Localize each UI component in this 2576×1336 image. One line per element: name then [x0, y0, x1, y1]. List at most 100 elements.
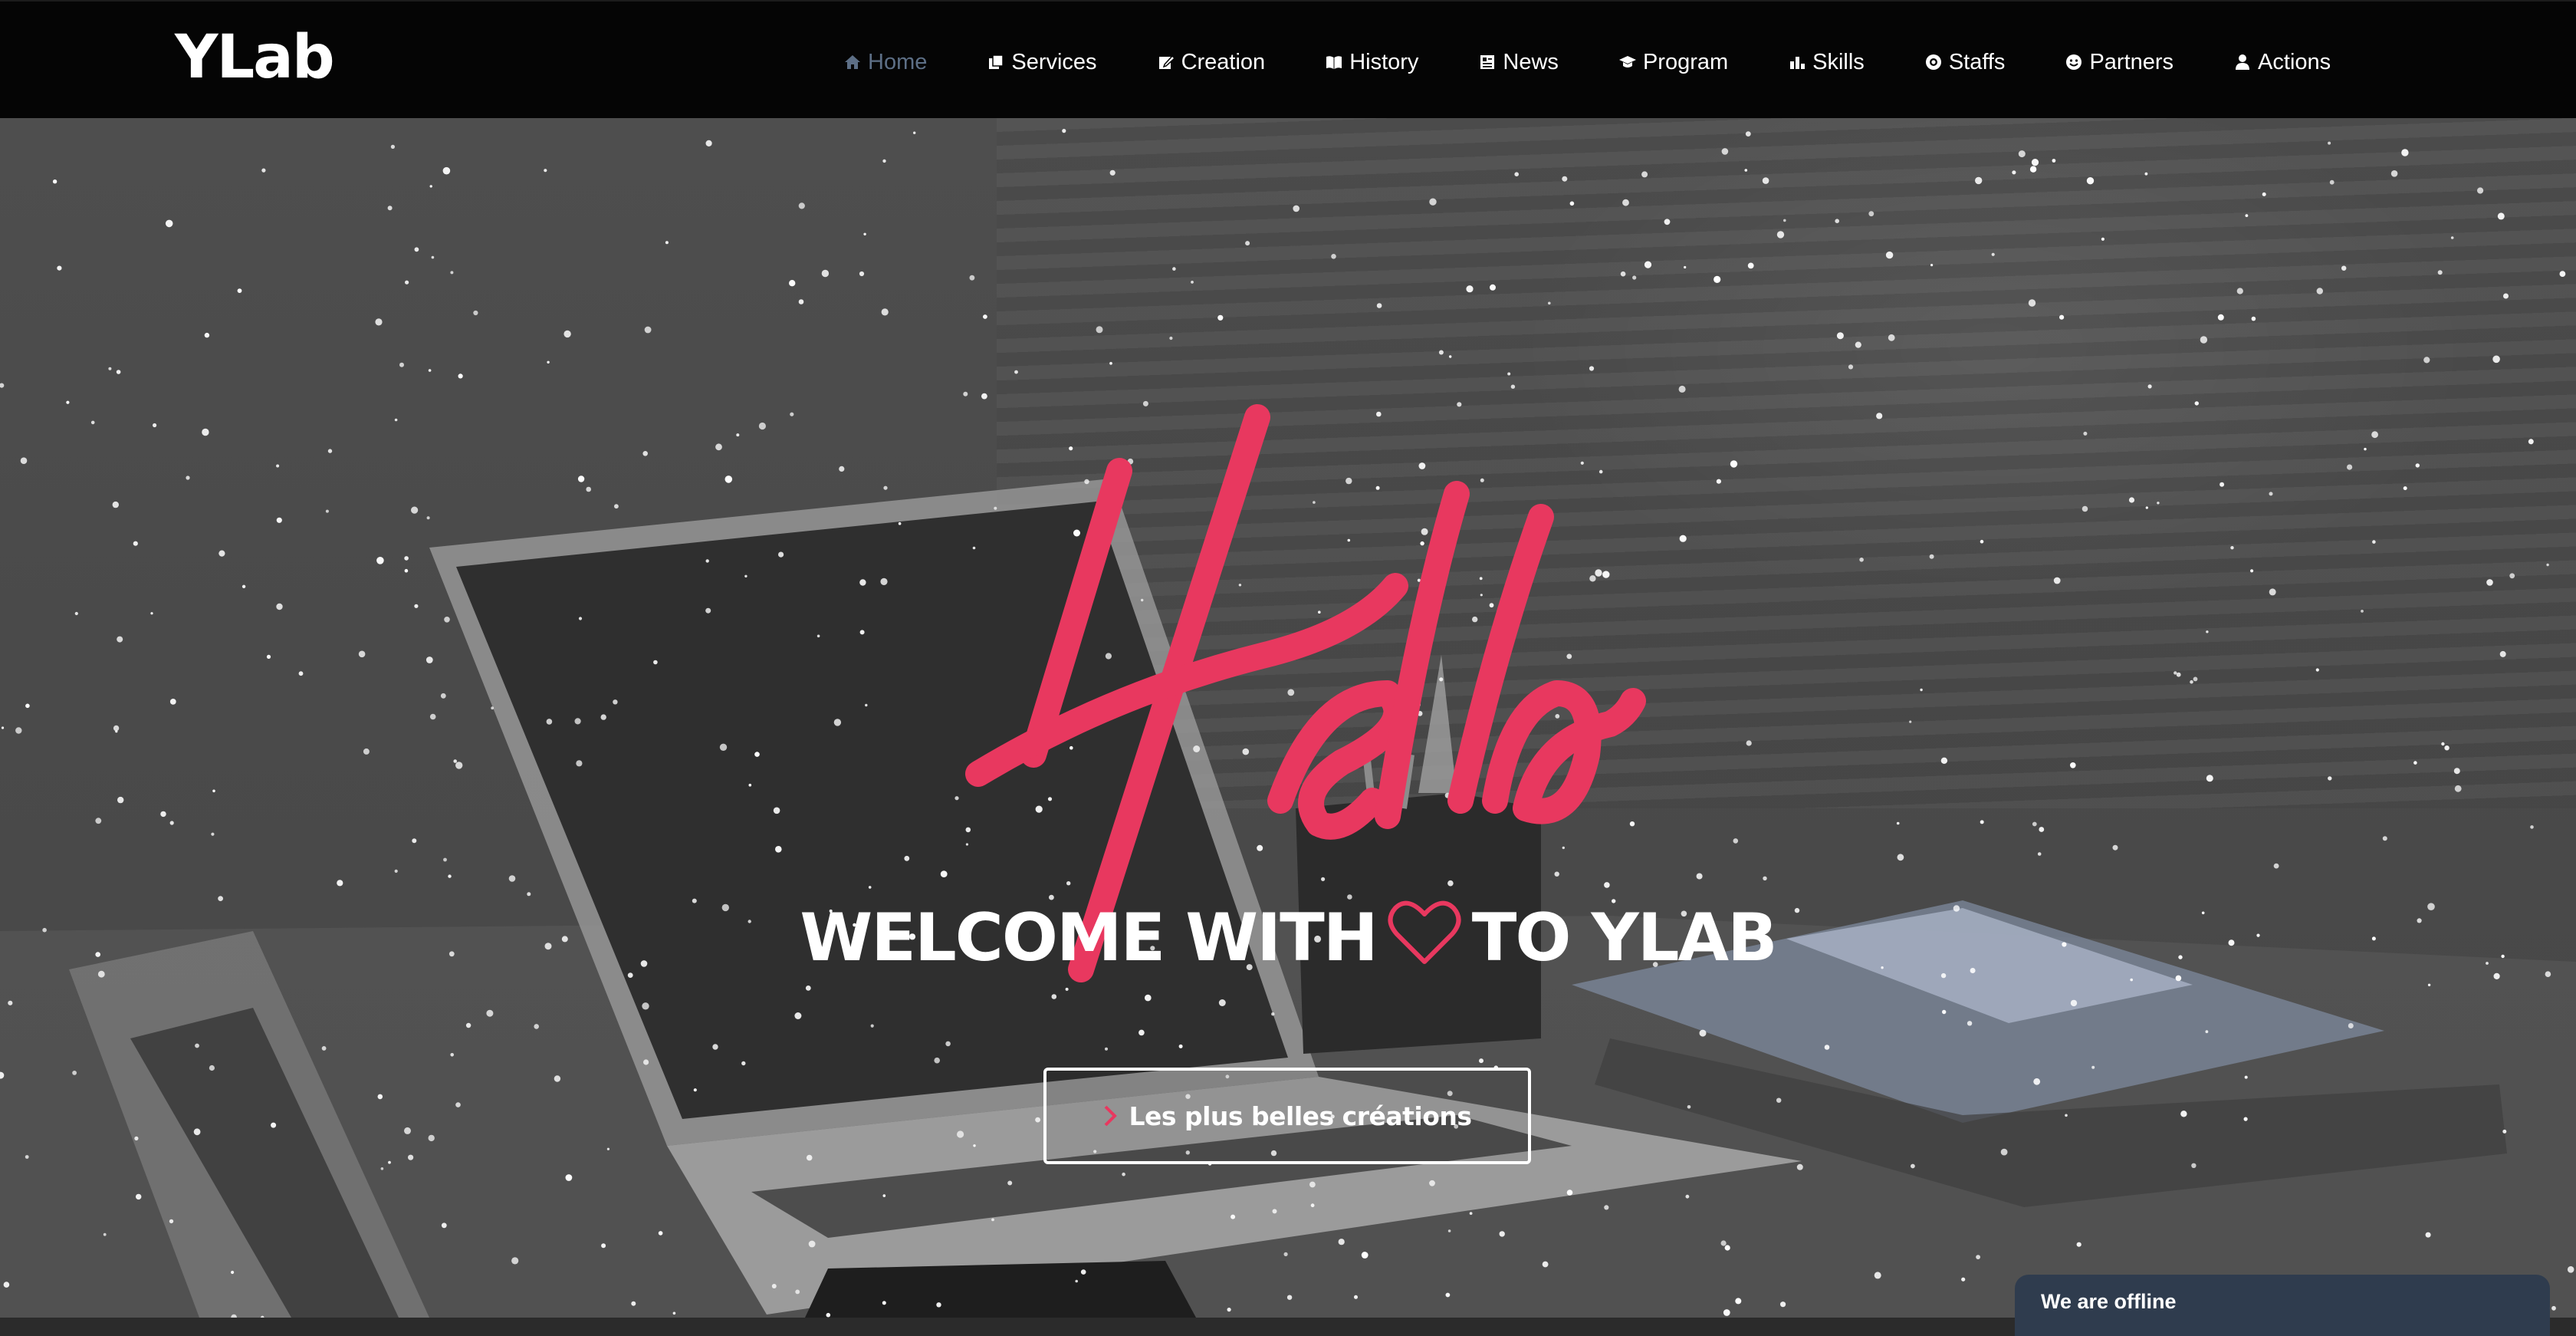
- snow-particle: [2347, 464, 2353, 470]
- snow-particle: [1876, 413, 1883, 420]
- newspaper-icon: [1478, 53, 1497, 71]
- snow-particle: [2530, 825, 2534, 829]
- snow-particle: [134, 1136, 139, 1140]
- snow-particle: [771, 1284, 777, 1288]
- snow-particle: [578, 617, 583, 620]
- snow-particle: [1109, 169, 1116, 176]
- snow-particle: [1272, 1209, 1277, 1214]
- snow-particle: [724, 475, 733, 483]
- snow-particle: [1780, 1301, 1786, 1308]
- snow-particle: [52, 179, 58, 184]
- snow-particle: [117, 636, 123, 643]
- nav-item-home[interactable]: Home: [843, 50, 927, 75]
- snow-particle: [231, 1314, 237, 1318]
- snow-particle: [1429, 198, 1437, 206]
- snow-particle: [2497, 212, 2505, 220]
- snow-particle: [973, 1144, 976, 1147]
- snow-particle: [276, 517, 282, 523]
- snow-particle: [1641, 171, 1648, 178]
- snow-particle: [242, 584, 246, 588]
- snow-particle: [2509, 573, 2515, 579]
- snow-particle: [1920, 688, 1923, 692]
- snow-particle: [754, 752, 760, 757]
- snow-particle: [103, 1232, 107, 1236]
- snow-particle: [1929, 554, 1934, 559]
- snow-particle: [1309, 1181, 1316, 1188]
- snow-particle: [455, 762, 463, 769]
- snow-particle: [821, 269, 830, 278]
- snow-particle: [642, 1002, 649, 1010]
- snow-particle: [1868, 211, 1875, 217]
- nav-item-creation[interactable]: Creation: [1157, 49, 1266, 75]
- snow-particle: [491, 706, 495, 710]
- snow-particle: [2364, 447, 2367, 451]
- nav-item-program[interactable]: Program: [1618, 50, 1728, 75]
- chat-widget-offline[interactable]: We are offline: [2015, 1275, 2550, 1336]
- heart-outline-icon: [1388, 897, 1461, 968]
- site-logo[interactable]: YLab: [175, 23, 335, 92]
- snow-particle: [2382, 836, 2387, 841]
- nav-item-actions[interactable]: Actions: [2233, 50, 2331, 75]
- snow-particle: [1733, 838, 1739, 844]
- snow-particle: [2070, 999, 2078, 1007]
- nav-item-partners[interactable]: Partners: [2065, 50, 2174, 75]
- snow-particle: [2037, 852, 2042, 856]
- snow-particle: [882, 159, 886, 163]
- snow-particle: [1230, 1214, 1236, 1219]
- snow-particle: [1763, 876, 1767, 880]
- snow-particle: [169, 699, 176, 705]
- chevron-right-icon: [1105, 1105, 1118, 1127]
- snow-particle: [66, 400, 70, 404]
- snow-particle: [1745, 131, 1751, 137]
- snow-particle: [405, 280, 409, 285]
- snow-particle: [794, 1012, 802, 1019]
- snow-particle: [473, 310, 478, 316]
- snow-particle: [150, 612, 153, 615]
- snow-particle: [798, 299, 804, 304]
- snow-particle: [442, 166, 451, 175]
- snow-particle: [940, 870, 948, 877]
- snow-particle: [90, 420, 95, 425]
- nav-item-label: Creation: [1181, 49, 1266, 74]
- snow-particle: [816, 634, 820, 638]
- snow-particle: [375, 318, 383, 326]
- snow-particle: [1664, 219, 1671, 225]
- snow-particle: [377, 1094, 383, 1100]
- snow-particle: [411, 506, 419, 514]
- snow-particle: [1699, 1029, 1707, 1037]
- snow-particle: [1720, 1240, 1727, 1246]
- snow-particle: [399, 362, 404, 367]
- smile-icon: [2065, 53, 2083, 71]
- snow-particle: [2423, 357, 2430, 364]
- snow-particle: [1604, 1205, 1609, 1210]
- nav-item-skills[interactable]: Skills: [1788, 50, 1865, 75]
- snow-particle: [1245, 241, 1250, 246]
- nav-item-staffs[interactable]: Staffs: [1924, 50, 2005, 75]
- snow-particle: [2059, 314, 2065, 320]
- snow-particle: [2039, 827, 2045, 832]
- nav-item-label: Partners: [2089, 49, 2174, 74]
- snow-particle: [486, 1009, 494, 1017]
- snow-particle: [2559, 271, 2566, 277]
- snow-particle: [672, 1311, 676, 1315]
- snow-particle: [1331, 254, 1336, 259]
- snow-particle: [358, 650, 366, 658]
- snow-particle: [117, 796, 124, 804]
- snow-particle: [169, 1219, 174, 1224]
- snow-particle: [544, 169, 547, 173]
- snow-particle: [1007, 1180, 1013, 1186]
- snow-particle: [2403, 486, 2407, 491]
- snow-particle: [546, 719, 553, 725]
- snow-particle: [1075, 1279, 1078, 1283]
- snow-particle: [2194, 401, 2199, 406]
- nav-item-services[interactable]: Services: [987, 50, 1097, 75]
- nav-item-news[interactable]: News: [1478, 50, 1559, 75]
- snow-particle: [2086, 177, 2095, 185]
- snow-particle: [1679, 535, 1687, 542]
- creations-button[interactable]: Les plus belles créations: [1043, 1068, 1531, 1164]
- snow-particle: [426, 656, 433, 663]
- book-icon: [1325, 53, 1343, 71]
- nav-item-history[interactable]: History: [1325, 50, 1418, 75]
- snow-particle: [2316, 288, 2323, 295]
- snow-particle: [790, 412, 794, 416]
